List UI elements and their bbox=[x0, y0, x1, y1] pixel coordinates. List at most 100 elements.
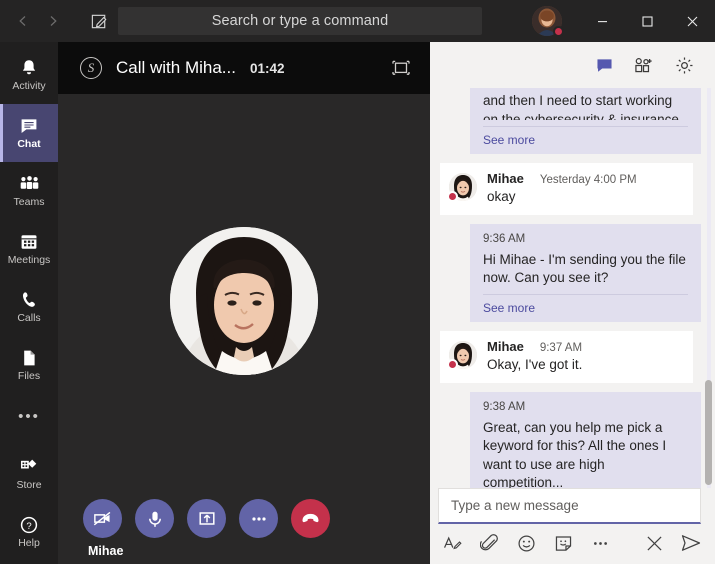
app-rail: Activity Chat Teams Meetings Calls Files… bbox=[0, 42, 58, 564]
message-text-clipped: on the cybersecurity & insurance bbox=[483, 111, 679, 120]
close-button[interactable] bbox=[670, 0, 715, 42]
add-people-button[interactable] bbox=[633, 54, 655, 76]
chat-panel-header bbox=[430, 42, 715, 88]
sidebar-item-teams[interactable]: Teams bbox=[0, 162, 58, 220]
sidebar-item-store[interactable]: Store bbox=[0, 448, 58, 506]
message-bubble-outgoing: 9:38 AM Great, can you help me pick a ke… bbox=[470, 391, 701, 488]
minimize-button[interactable] bbox=[580, 0, 625, 42]
message-bubble-incoming: Mihae 9:37 AM Okay, I've got it. bbox=[440, 330, 693, 383]
compose-more-button[interactable] bbox=[590, 532, 610, 554]
call-header: S Call with Miha... 01:42 bbox=[58, 42, 430, 94]
compose-pencil-icon bbox=[91, 14, 106, 28]
close-icon bbox=[647, 535, 662, 551]
hangup-phone-icon bbox=[302, 513, 319, 523]
more-dots-icon: ••• bbox=[18, 408, 40, 425]
toggle-microphone-button[interactable] bbox=[135, 499, 174, 538]
message-bubble-incoming: Mihae Yesterday 4:00 PM okay bbox=[440, 162, 693, 215]
chat-panel: and then I need to start working on the … bbox=[430, 42, 715, 564]
calendar-icon bbox=[21, 235, 37, 249]
navigation-arrows bbox=[8, 6, 68, 36]
skype-icon: S bbox=[80, 57, 102, 79]
call-title: Call with Miha... bbox=[116, 58, 236, 77]
format-button[interactable] bbox=[443, 532, 463, 554]
search-box[interactable]: Search or type a command bbox=[118, 7, 482, 35]
sidebar-item-label: Meetings bbox=[7, 254, 51, 266]
message-timestamp: 9:37 AM bbox=[539, 341, 583, 354]
svg-text:?: ? bbox=[26, 521, 31, 532]
file-icon bbox=[24, 350, 35, 366]
message-bubble-outgoing: and then I need to start working on the … bbox=[470, 88, 701, 154]
conversation-button[interactable] bbox=[593, 54, 615, 76]
forward-button[interactable] bbox=[38, 6, 68, 36]
avatar bbox=[447, 340, 477, 370]
send-plane-icon bbox=[681, 535, 701, 551]
sidebar-item-help[interactable]: ? Help bbox=[0, 506, 58, 564]
add-person-icon bbox=[635, 57, 652, 72]
participant-avatar bbox=[170, 227, 318, 375]
message-row: 9:38 AM Great, can you help me pick a ke… bbox=[434, 391, 701, 488]
sticker-button[interactable] bbox=[553, 532, 573, 554]
see-more-link[interactable]: See more bbox=[483, 125, 688, 147]
status-badge-busy bbox=[553, 26, 564, 37]
chevron-left-icon bbox=[19, 16, 26, 26]
sidebar-item-chat[interactable]: Chat bbox=[0, 104, 58, 162]
message-row: and then I need to start working on the … bbox=[434, 88, 701, 154]
bell-icon bbox=[22, 60, 36, 75]
maximize-icon bbox=[642, 15, 653, 27]
camera-off-icon bbox=[93, 511, 111, 526]
current-user-avatar[interactable] bbox=[532, 6, 564, 37]
call-more-options-button[interactable] bbox=[239, 499, 278, 538]
message-content: Mihae Yesterday 4:00 PM okay bbox=[487, 171, 637, 206]
more-dots-icon bbox=[593, 541, 607, 545]
message-timestamp: 9:36 AM bbox=[483, 232, 526, 245]
sidebar-item-label: Teams bbox=[13, 196, 45, 208]
share-screen-button[interactable] bbox=[187, 499, 226, 538]
new-chat-button[interactable] bbox=[82, 6, 116, 36]
chat-bubble-icon bbox=[21, 119, 37, 133]
attach-file-button[interactable] bbox=[480, 532, 500, 554]
emoji-button[interactable] bbox=[517, 532, 537, 554]
smiley-icon bbox=[518, 534, 535, 552]
fit-to-screen-icon bbox=[392, 60, 410, 75]
see-more-link[interactable]: See more bbox=[483, 293, 688, 315]
search-placeholder: Search or type a command bbox=[211, 13, 389, 29]
scrollbar-thumb[interactable] bbox=[705, 380, 712, 485]
sidebar-item-files[interactable]: Files bbox=[0, 336, 58, 394]
discard-message-button[interactable] bbox=[644, 532, 664, 554]
message-sender: Mihae bbox=[487, 170, 524, 186]
back-button[interactable] bbox=[8, 6, 38, 36]
message-row: Mihae Yesterday 4:00 PM okay bbox=[434, 162, 701, 215]
more-dots-icon bbox=[251, 516, 266, 521]
maximize-button[interactable] bbox=[625, 0, 670, 42]
settings-button[interactable] bbox=[673, 54, 695, 76]
toggle-camera-button[interactable] bbox=[83, 499, 122, 538]
send-message-button[interactable] bbox=[681, 532, 701, 554]
participant-name-label: Mihae bbox=[88, 544, 124, 558]
call-video-area: Mihae bbox=[58, 94, 430, 564]
sidebar-item-label: Calls bbox=[17, 312, 41, 324]
call-stage: S Call with Miha... 01:42 Mihae bbox=[58, 42, 430, 564]
share-screen-icon bbox=[198, 511, 215, 525]
sidebar-more-button[interactable]: ••• bbox=[0, 394, 58, 440]
message-text: and then I need to start working bbox=[483, 93, 673, 108]
phone-icon bbox=[23, 292, 35, 307]
message-row: 9:36 AM Hi Mihae - I'm sending you the f… bbox=[434, 223, 701, 322]
message-row: Mihae 9:37 AM Okay, I've got it. bbox=[434, 330, 701, 383]
sidebar-item-calls[interactable]: Calls bbox=[0, 278, 58, 336]
sidebar-item-label: Files bbox=[17, 370, 41, 382]
message-sender: Mihae bbox=[487, 338, 524, 354]
sidebar-item-label: Activity bbox=[12, 80, 46, 92]
call-controls bbox=[58, 499, 430, 538]
people-icon bbox=[20, 176, 38, 189]
title-bar-right bbox=[532, 0, 715, 42]
sidebar-item-meetings[interactable]: Meetings bbox=[0, 220, 58, 278]
message-input[interactable]: Type a new message bbox=[438, 488, 701, 524]
compose-area: Type a new message bbox=[430, 488, 715, 564]
hangup-button[interactable] bbox=[291, 499, 330, 538]
fit-to-screen-button[interactable] bbox=[386, 53, 416, 83]
message-list[interactable]: and then I need to start working on the … bbox=[430, 88, 715, 488]
chat-filled-icon bbox=[596, 58, 612, 72]
message-scrollbar[interactable] bbox=[705, 88, 712, 488]
sidebar-item-activity[interactable]: Activity bbox=[0, 46, 58, 104]
help-circle-icon: ? bbox=[20, 516, 38, 534]
